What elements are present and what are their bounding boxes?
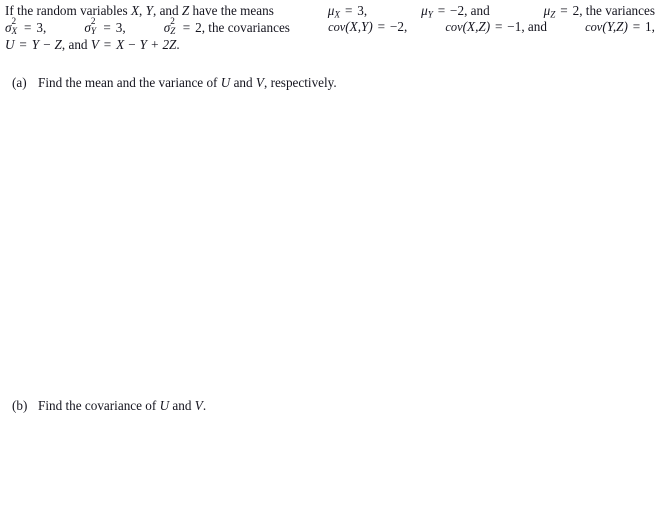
statement-sep-2: , and (152, 3, 182, 18)
cov-yz-arguments: (Y,Z) (602, 19, 628, 35)
part-a-text-after: , respectively. (263, 75, 337, 90)
statement-intro-text: If the random variables (5, 3, 131, 18)
part-a-answer-space[interactable] (12, 96, 648, 394)
cov-xz-operator: cov (445, 20, 463, 35)
cov-xz-equals: = (491, 19, 506, 35)
part-a-variable-v: V (255, 75, 264, 90)
statement2-sep-2: , (122, 20, 129, 36)
part-b-variable-u: U (159, 398, 170, 413)
variable-y: Y (145, 3, 153, 18)
cov-yz-value: 1 (645, 19, 652, 35)
sigma-y-subscript: Y (90, 25, 97, 36)
problem-statement: If the random variables X, Y, and Z have… (5, 3, 655, 53)
part-b-label: (b) (12, 398, 28, 413)
part-a-label: (a) (12, 75, 27, 90)
statement2-tail: , (651, 19, 655, 35)
mu-y-equals: = (434, 3, 449, 18)
statement3-conjunction: , and (61, 36, 91, 52)
statement-sep-4: , and (464, 3, 493, 18)
cov-xy-value: −2 (389, 19, 404, 35)
sigma-x-value: 3 (36, 20, 43, 36)
sigma-squared-z: σ2Z (164, 16, 178, 36)
exercise-page: If the random variables X, Y, and Z have… (0, 0, 660, 508)
exercise-part-a: (a) Find the mean and the variance of U a… (12, 75, 337, 91)
v-definition-equals: = (100, 36, 115, 52)
statement-line-3: U = Y − Z, and V = X − Y + 2Z. (5, 37, 655, 53)
part-b-text-mid: and (169, 398, 195, 413)
sigma-x-subscript: X (11, 25, 18, 36)
sigma-z-equals: = (179, 20, 194, 36)
sigma-squared-y: σ2Y (84, 16, 98, 36)
v-definition-rhs: X − Y + 2Z (116, 36, 177, 52)
statement-line-2: σ2X = 3, σ2Y = 3, σ2Z = 2, the covarianc… (5, 16, 655, 36)
part-a-variable-u: U (220, 75, 231, 90)
sigma-z-subscript: Z (170, 25, 176, 36)
cov-xy-equals: = (374, 19, 389, 35)
part-b-text-after: . (202, 398, 207, 413)
cov-yz-equals: = (629, 19, 644, 35)
sigma-y-equals: = (100, 20, 115, 36)
mu-z-equals: = (556, 3, 572, 18)
cov-xy-arguments: (X,Y) (345, 19, 373, 35)
sigma-squared-x: σ2X (5, 16, 19, 36)
statement-sep-3: , (363, 3, 371, 18)
statement-covariances-text: , the covariances (201, 20, 294, 36)
variable-x: X (130, 3, 140, 18)
mu-y-value: −2 (450, 3, 465, 18)
sigma-x-equals: = (20, 20, 35, 36)
sigma-z-value: 2 (195, 20, 202, 36)
cov-xz-arguments: (X,Z) (462, 19, 491, 35)
part-b-text-before: Find the covariance of (38, 398, 160, 413)
exercise-part-b: (b) Find the covariance of U and V. (12, 398, 206, 414)
mu-y-symbol: μ (421, 3, 428, 18)
cov-yz-operator: cov (585, 20, 603, 35)
u-definition-rhs: Y − Z (31, 36, 62, 52)
statement2-sep-1: , (42, 20, 50, 36)
part-b-variable-v: V (194, 398, 203, 413)
part-a-text-mid: and (230, 75, 256, 90)
statement-sep-1: , (139, 3, 146, 18)
statement-variances-text: , the variances (579, 3, 655, 18)
cov-xz-value: −1 (507, 19, 522, 35)
part-a-text-before: Find the mean and the variance of (38, 75, 221, 90)
statement-means-text: have the means (189, 3, 278, 18)
statement-line-1: If the random variables X, Y, and Z have… (5, 3, 655, 19)
statement3-period: . (176, 36, 180, 52)
statement2-sep-4: , and (521, 19, 551, 35)
mu-x-equals: = (341, 3, 356, 18)
statement2-sep-3: , (403, 19, 411, 35)
cov-xy-operator: cov (328, 20, 346, 35)
mu-x-value: 3 (357, 3, 364, 18)
